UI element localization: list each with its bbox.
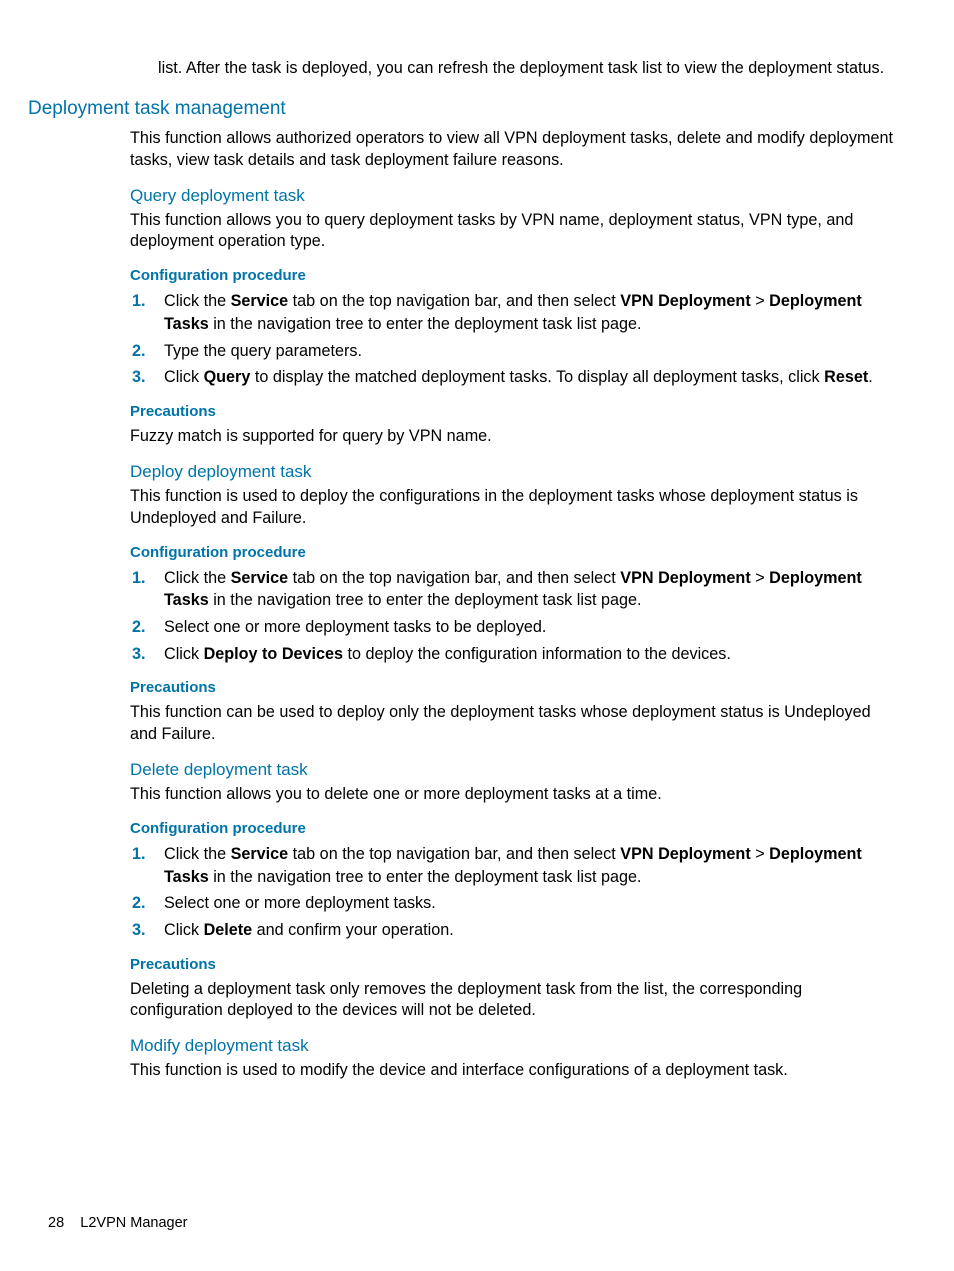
list-item: Click the Service tab on the top navigat… xyxy=(164,290,896,335)
heading-config-procedure-2: Configuration procedure xyxy=(130,544,896,561)
modify-desc: This function is used to modify the devi… xyxy=(130,1060,896,1082)
heading-precautions-1: Precautions xyxy=(130,403,896,420)
heading-config-procedure-1: Configuration procedure xyxy=(130,267,896,284)
query-precautions: Fuzzy match is supported for query by VP… xyxy=(130,426,896,448)
delete-precautions: Deleting a deployment task only removes … xyxy=(130,979,896,1023)
deploy-mgmt-desc: This function allows authorized operator… xyxy=(130,128,896,172)
query-steps: Click the Service tab on the top navigat… xyxy=(130,290,896,389)
deploy-precautions: This function can be used to deploy only… xyxy=(130,702,896,746)
heading-delete-task: Delete deployment task xyxy=(130,760,896,780)
delete-desc: This function allows you to delete one o… xyxy=(130,784,896,806)
heading-precautions-3: Precautions xyxy=(130,956,896,973)
heading-deploy-task: Deploy deployment task xyxy=(130,462,896,482)
footer-title: L2VPN Manager xyxy=(80,1215,187,1231)
document-page: list. After the task is deployed, you ca… xyxy=(0,0,954,1271)
intro-paragraph: list. After the task is deployed, you ca… xyxy=(158,58,896,80)
heading-config-procedure-3: Configuration procedure xyxy=(130,820,896,837)
list-item: Select one or more deployment tasks to b… xyxy=(164,616,896,639)
list-item: Click the Service tab on the top navigat… xyxy=(164,567,896,612)
list-item: Click Delete and confirm your operation. xyxy=(164,919,896,942)
intro-text: list. After the task is deployed, you ca… xyxy=(158,58,896,80)
delete-steps: Click the Service tab on the top navigat… xyxy=(130,843,896,942)
page-number: 28 xyxy=(48,1215,64,1231)
heading-modify-task: Modify deployment task xyxy=(130,1036,896,1056)
list-item: Click the Service tab on the top navigat… xyxy=(164,843,896,888)
heading-query-task: Query deployment task xyxy=(130,186,896,206)
deploy-desc: This function is used to deploy the conf… xyxy=(130,486,896,530)
heading-deployment-task-management: Deployment task management xyxy=(28,98,906,120)
list-item: Type the query parameters. xyxy=(164,340,896,363)
heading-precautions-2: Precautions xyxy=(130,679,896,696)
list-item: Click Deploy to Devices to deploy the co… xyxy=(164,643,896,666)
section-deploy-mgmt: This function allows authorized operator… xyxy=(130,128,896,1082)
deploy-steps: Click the Service tab on the top navigat… xyxy=(130,567,896,666)
page-footer: 28 L2VPN Manager xyxy=(48,1215,187,1231)
list-item: Select one or more deployment tasks. xyxy=(164,892,896,915)
query-desc: This function allows you to query deploy… xyxy=(130,210,896,254)
list-item: Click Query to display the matched deplo… xyxy=(164,366,896,389)
